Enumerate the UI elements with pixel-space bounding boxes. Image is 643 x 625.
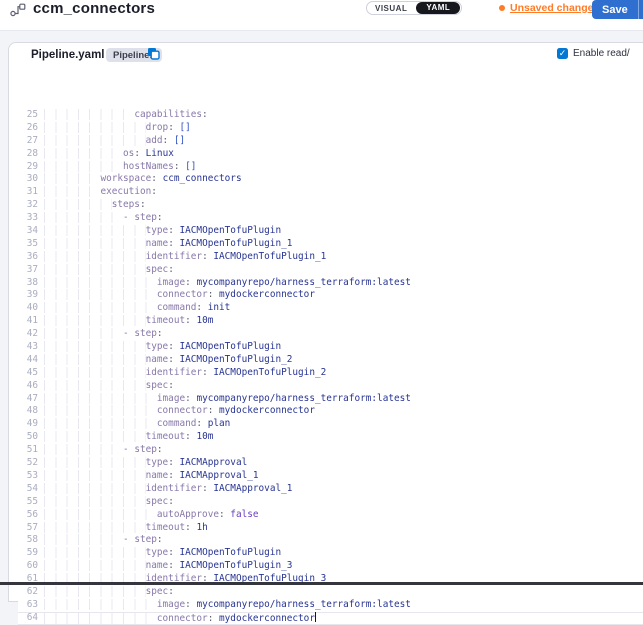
- line-number: 56: [18, 509, 44, 522]
- line-number: 54: [18, 483, 44, 496]
- code-line-37[interactable]: 37 spec:: [18, 264, 643, 277]
- code-line-55[interactable]: 55 spec:: [18, 496, 643, 509]
- code-line-53[interactable]: 53 name: IACMApproval_1: [18, 470, 643, 483]
- line-number: 55: [18, 496, 44, 509]
- save-options-button[interactable]: [639, 7, 643, 13]
- code-line-48[interactable]: 48 connector: mydockerconnector: [18, 405, 643, 418]
- code-line-30[interactable]: 30 workspace: ccm_connectors: [18, 173, 643, 186]
- page-title: ccm_connectors: [33, 0, 155, 17]
- enable-edit-label: Enable read/: [573, 48, 630, 59]
- code-line-51[interactable]: 51 - step:: [18, 444, 643, 457]
- line-number: 26: [18, 122, 44, 135]
- copy-icon[interactable]: [147, 47, 160, 60]
- code-line-25[interactable]: 25 capabilities:: [18, 109, 643, 122]
- line-number: 59: [18, 547, 44, 560]
- toggle-visual-button[interactable]: VISUAL: [367, 4, 415, 13]
- pipeline-graph-icon: [10, 3, 26, 17]
- checkbox-checked-icon[interactable]: ✓: [557, 48, 568, 59]
- line-number: 33: [18, 212, 44, 225]
- line-number: 45: [18, 367, 44, 380]
- line-number: 36: [18, 251, 44, 264]
- code-line-57[interactable]: 57 timeout: 1h: [18, 522, 643, 535]
- code-line-44[interactable]: 44 name: IACMOpenTofuPlugin_2: [18, 354, 643, 367]
- code-line-26[interactable]: 26 drop: []: [18, 122, 643, 135]
- line-number: 62: [18, 586, 44, 599]
- code-line-27[interactable]: 27 add: []: [18, 135, 643, 148]
- code-line-42[interactable]: 42 - step:: [18, 328, 643, 341]
- code-line-56[interactable]: 56 autoApprove: false: [18, 509, 643, 522]
- line-number: 28: [18, 148, 44, 161]
- code-line-31[interactable]: 31 execution:: [18, 186, 643, 199]
- code-line-47[interactable]: 47 image: mycompanyrepo/harness_terrafor…: [18, 393, 643, 406]
- line-number: 44: [18, 354, 44, 367]
- code-line-54[interactable]: 54 identifier: IACMApproval_1: [18, 483, 643, 496]
- line-number: 57: [18, 522, 44, 535]
- code-line-59[interactable]: 59 type: IACMOpenTofuPlugin: [18, 547, 643, 560]
- code-line-33[interactable]: 33 - step:: [18, 212, 643, 225]
- save-button[interactable]: Save: [592, 4, 638, 16]
- line-number: 25: [18, 109, 44, 122]
- save-split-button: Save: [592, 0, 643, 19]
- visual-yaml-toggle: VISUAL YAML: [366, 1, 462, 15]
- line-number: 60: [18, 560, 44, 573]
- file-name-tab: Pipeline.yaml: [31, 49, 105, 61]
- line-number: 31: [18, 186, 44, 199]
- code-line-41[interactable]: 41 timeout: 10m: [18, 315, 643, 328]
- line-number: 35: [18, 238, 44, 251]
- code-line-58[interactable]: 58 - step:: [18, 534, 643, 547]
- code-lines[interactable]: 25 capabilities:26 drop: []27 add: []28 …: [18, 109, 643, 625]
- unsaved-changes-label: Unsaved changes: [510, 2, 599, 14]
- line-number: 41: [18, 315, 44, 328]
- editor-tab-bar: Pipeline.yaml Pipelines ✓ Enable read/: [9, 43, 643, 67]
- code-line-28[interactable]: 28 os: Linux: [18, 148, 643, 161]
- line-number: 53: [18, 470, 44, 483]
- code-line-32[interactable]: 32 steps:: [18, 199, 643, 212]
- code-line-39[interactable]: 39 connector: mydockerconnector: [18, 289, 643, 302]
- code-line-49[interactable]: 49 command: plan: [18, 418, 643, 431]
- line-number: 40: [18, 302, 44, 315]
- line-number: 58: [18, 534, 44, 547]
- code-line-64[interactable]: 64 connector: mydockerconnector: [18, 612, 643, 625]
- line-number: 29: [18, 161, 44, 174]
- code-line-52[interactable]: 52 type: IACMApproval: [18, 457, 643, 470]
- top-header: ccm_connectors VISUAL YAML Unsaved chang…: [0, 0, 643, 31]
- code-line-62[interactable]: 62 spec:: [18, 586, 643, 599]
- line-number: 34: [18, 225, 44, 238]
- yaml-editor-panel: Pipeline.yaml Pipelines ✓ Enable read/ 2…: [8, 42, 643, 602]
- line-number: 42: [18, 328, 44, 341]
- line-number: 52: [18, 457, 44, 470]
- code-line-38[interactable]: 38 image: mycompanyrepo/harness_terrafor…: [18, 277, 643, 290]
- code-line-45[interactable]: 45 identifier: IACMOpenTofuPlugin_2: [18, 367, 643, 380]
- line-number: 63: [18, 599, 44, 612]
- code-line-35[interactable]: 35 name: IACMOpenTofuPlugin_1: [18, 238, 643, 251]
- line-number: 64: [18, 612, 44, 625]
- code-line-60[interactable]: 60 name: IACMOpenTofuPlugin_3: [18, 560, 643, 573]
- line-number: 37: [18, 264, 44, 277]
- text-cursor: [315, 612, 316, 622]
- line-number: 50: [18, 431, 44, 444]
- line-number: 30: [18, 173, 44, 186]
- code-line-50[interactable]: 50 timeout: 10m: [18, 431, 643, 444]
- unsaved-changes-link[interactable]: Unsaved changes: [499, 2, 599, 14]
- code-line-34[interactable]: 34 type: IACMOpenTofuPlugin: [18, 225, 643, 238]
- line-number: 47: [18, 393, 44, 406]
- code-line-36[interactable]: 36 identifier: IACMOpenTofuPlugin_1: [18, 251, 643, 264]
- line-number: 46: [18, 380, 44, 393]
- unsaved-dot-icon: [499, 5, 505, 11]
- line-number: 43: [18, 341, 44, 354]
- code-line-40[interactable]: 40 command: init: [18, 302, 643, 315]
- line-number: 27: [18, 135, 44, 148]
- code-line-29[interactable]: 29 hostNames: []: [18, 161, 643, 174]
- line-number: 32: [18, 199, 44, 212]
- line-number: 38: [18, 277, 44, 290]
- line-number: 39: [18, 289, 44, 302]
- line-number: 49: [18, 418, 44, 431]
- line-number: 51: [18, 444, 44, 457]
- code-line-46[interactable]: 46 spec:: [18, 380, 643, 393]
- enable-edit-toggle[interactable]: ✓ Enable read/: [557, 48, 630, 59]
- toggle-yaml-button[interactable]: YAML: [416, 2, 460, 14]
- line-number: 48: [18, 405, 44, 418]
- code-line-63[interactable]: 63 image: mycompanyrepo/harness_terrafor…: [18, 599, 643, 612]
- code-line-43[interactable]: 43 type: IACMOpenTofuPlugin: [18, 341, 643, 354]
